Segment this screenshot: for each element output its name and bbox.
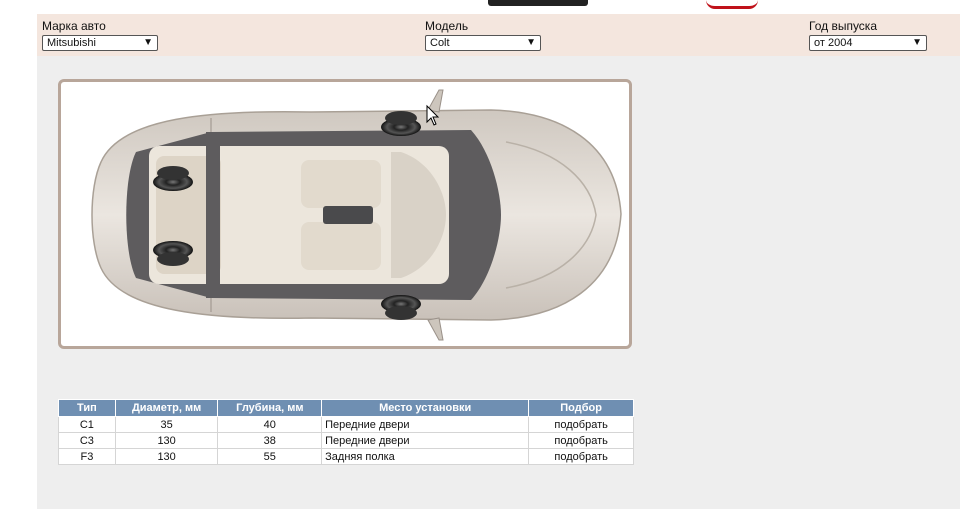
head-unit-image <box>488 0 588 6</box>
col-select-header: Подбор <box>528 399 634 417</box>
select-link[interactable]: подобрать <box>528 448 634 465</box>
dropdown-arrow-icon: ▼ <box>912 37 922 48</box>
cell-diameter: 130 <box>114 432 219 449</box>
make-label: Марка авто <box>42 19 106 33</box>
speaker-rear-left-icon <box>153 166 193 191</box>
table-header-row: Тип Диаметр, мм Глубина, мм Место устано… <box>58 399 634 417</box>
model-label: Модель <box>425 19 469 33</box>
table-row: C1 35 40 Передние двери подобрать <box>58 416 634 433</box>
cell-type: C3 <box>58 432 116 449</box>
col-depth-header: Глубина, мм <box>217 399 323 417</box>
select-link[interactable]: подобрать <box>528 432 634 449</box>
col-place-header: Место установки <box>321 399 530 417</box>
cell-place: Задняя полка <box>321 448 530 465</box>
cell-type: F3 <box>58 448 116 465</box>
model-select-value: Colt <box>430 37 450 49</box>
year-select[interactable]: от 2004 ▼ <box>809 35 927 51</box>
col-type-header: Тип <box>58 399 116 417</box>
select-link[interactable]: подобрать <box>528 416 634 433</box>
top-banner-strip <box>0 0 960 14</box>
cell-diameter: 130 <box>114 448 219 465</box>
make-select-value: Mitsubishi <box>47 37 96 49</box>
make-select[interactable]: Mitsubishi ▼ <box>42 35 158 51</box>
cell-type: C1 <box>58 416 116 433</box>
steering-wheel-image <box>706 0 758 9</box>
cell-place: Передние двери <box>321 432 530 449</box>
content-area: Тип Диаметр, мм Глубина, мм Место устано… <box>37 56 960 509</box>
make-filter: Марка авто Mitsubishi ▼ <box>42 19 158 51</box>
model-filter: Модель Colt ▼ <box>425 19 541 51</box>
cell-depth: 40 <box>217 416 323 433</box>
car-diagram-frame <box>58 79 632 349</box>
cell-depth: 55 <box>217 448 323 465</box>
speaker-spec-table: Тип Диаметр, мм Глубина, мм Место устано… <box>58 399 634 465</box>
speaker-rear-right-icon <box>153 241 193 266</box>
speaker-front-left-icon <box>381 295 421 320</box>
table-row: C3 130 38 Передние двери подобрать <box>58 432 634 449</box>
car-top-view-image <box>91 89 622 341</box>
col-diameter-header: Диаметр, мм <box>114 399 219 417</box>
dropdown-arrow-icon: ▼ <box>143 37 153 48</box>
year-filter: Год выпуска от 2004 ▼ <box>809 19 927 51</box>
cell-diameter: 35 <box>114 416 219 433</box>
dropdown-arrow-icon: ▼ <box>526 37 536 48</box>
year-label: Год выпуска <box>809 19 877 33</box>
model-select[interactable]: Colt ▼ <box>425 35 541 51</box>
cell-place: Передние двери <box>321 416 530 433</box>
table-row: F3 130 55 Задняя полка подобрать <box>58 448 634 465</box>
vehicle-filter-bar: Марка авто Mitsubishi ▼ Модель Colt ▼ Го… <box>37 14 960 56</box>
cell-depth: 38 <box>217 432 323 449</box>
speaker-front-right-icon <box>381 111 421 136</box>
year-select-value: от 2004 <box>814 37 853 49</box>
